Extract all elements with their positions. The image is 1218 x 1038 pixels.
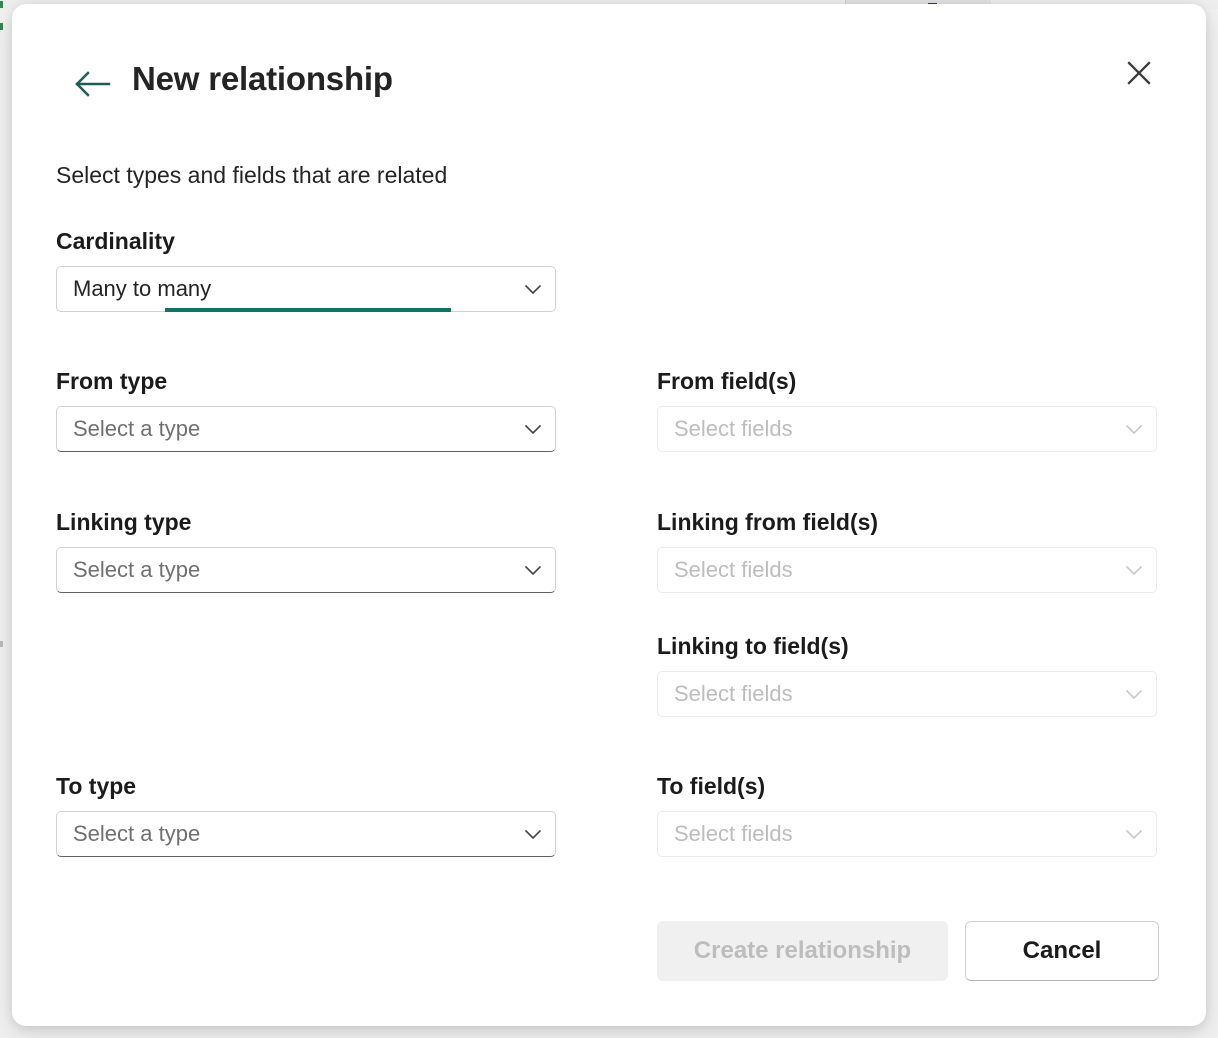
linking-from-fields-label: Linking from field(s) bbox=[657, 509, 1157, 536]
field-group-linking-to-fields: Linking to field(s) Select fields bbox=[657, 633, 1157, 717]
close-button[interactable] bbox=[1116, 51, 1162, 97]
linking-to-fields-value: Select fields bbox=[658, 681, 1112, 707]
field-group-from-fields: From field(s) Select fields bbox=[657, 368, 1157, 452]
chevron-down-icon bbox=[1112, 682, 1156, 706]
cancel-button[interactable]: Cancel bbox=[965, 921, 1159, 981]
create-relationship-button[interactable]: Create relationship bbox=[657, 921, 948, 981]
from-type-dropdown[interactable]: Select a type bbox=[56, 406, 556, 452]
to-fields-value: Select fields bbox=[658, 821, 1112, 847]
linking-to-fields-label: Linking to field(s) bbox=[657, 633, 1157, 660]
field-group-cardinality: Cardinality Many to many bbox=[56, 228, 556, 312]
chevron-down-icon[interactable] bbox=[511, 277, 555, 301]
cardinality-label: Cardinality bbox=[56, 228, 556, 255]
chevron-down-icon bbox=[1112, 822, 1156, 846]
linking-type-label: Linking type bbox=[56, 509, 556, 536]
from-type-label: From type bbox=[56, 368, 556, 395]
field-group-linking-type: Linking type Select a type bbox=[56, 509, 556, 593]
background-edge-marker bbox=[0, 1, 3, 8]
from-fields-label: From field(s) bbox=[657, 368, 1157, 395]
back-button[interactable] bbox=[70, 62, 116, 108]
chevron-down-icon bbox=[1112, 558, 1156, 582]
field-group-linking-from-fields: Linking from field(s) Select fields bbox=[657, 509, 1157, 593]
dialog-actions: Create relationship Cancel bbox=[657, 921, 1159, 981]
chevron-down-icon[interactable] bbox=[511, 822, 555, 846]
from-fields-dropdown: Select fields bbox=[657, 406, 1157, 452]
new-relationship-dialog: New relationship Select types and fields… bbox=[12, 4, 1206, 1026]
chevron-down-icon bbox=[1112, 417, 1156, 441]
page-title: New relationship bbox=[132, 60, 393, 98]
to-type-dropdown[interactable]: Select a type bbox=[56, 811, 556, 857]
chevron-down-icon[interactable] bbox=[511, 417, 555, 441]
field-group-from-type: From type Select a type bbox=[56, 368, 556, 452]
linking-from-fields-dropdown: Select fields bbox=[657, 547, 1157, 593]
to-fields-label: To field(s) bbox=[657, 773, 1157, 800]
to-type-label: To type bbox=[56, 773, 556, 800]
field-group-to-fields: To field(s) Select fields bbox=[657, 773, 1157, 857]
linking-to-fields-dropdown: Select fields bbox=[657, 671, 1157, 717]
dialog-header: New relationship bbox=[12, 4, 1206, 134]
cardinality-dropdown[interactable]: Many to many bbox=[56, 266, 556, 312]
field-group-to-type: To type Select a type bbox=[56, 773, 556, 857]
background-edge-marker bbox=[0, 641, 3, 647]
linking-type-dropdown[interactable]: Select a type bbox=[56, 547, 556, 593]
to-type-value: Select a type bbox=[57, 821, 511, 847]
cardinality-value: Many to many bbox=[57, 276, 511, 302]
chevron-down-icon[interactable] bbox=[511, 558, 555, 582]
linking-from-fields-value: Select fields bbox=[658, 557, 1112, 583]
cardinality-focus-underline bbox=[165, 308, 451, 312]
from-fields-value: Select fields bbox=[658, 416, 1112, 442]
background-edge-marker bbox=[0, 23, 3, 30]
arrow-left-icon bbox=[73, 69, 113, 102]
close-icon bbox=[1124, 58, 1154, 91]
dialog-subtitle: Select types and fields that are related bbox=[56, 162, 447, 189]
from-type-value: Select a type bbox=[57, 416, 511, 442]
linking-type-value: Select a type bbox=[57, 557, 511, 583]
to-fields-dropdown: Select fields bbox=[657, 811, 1157, 857]
